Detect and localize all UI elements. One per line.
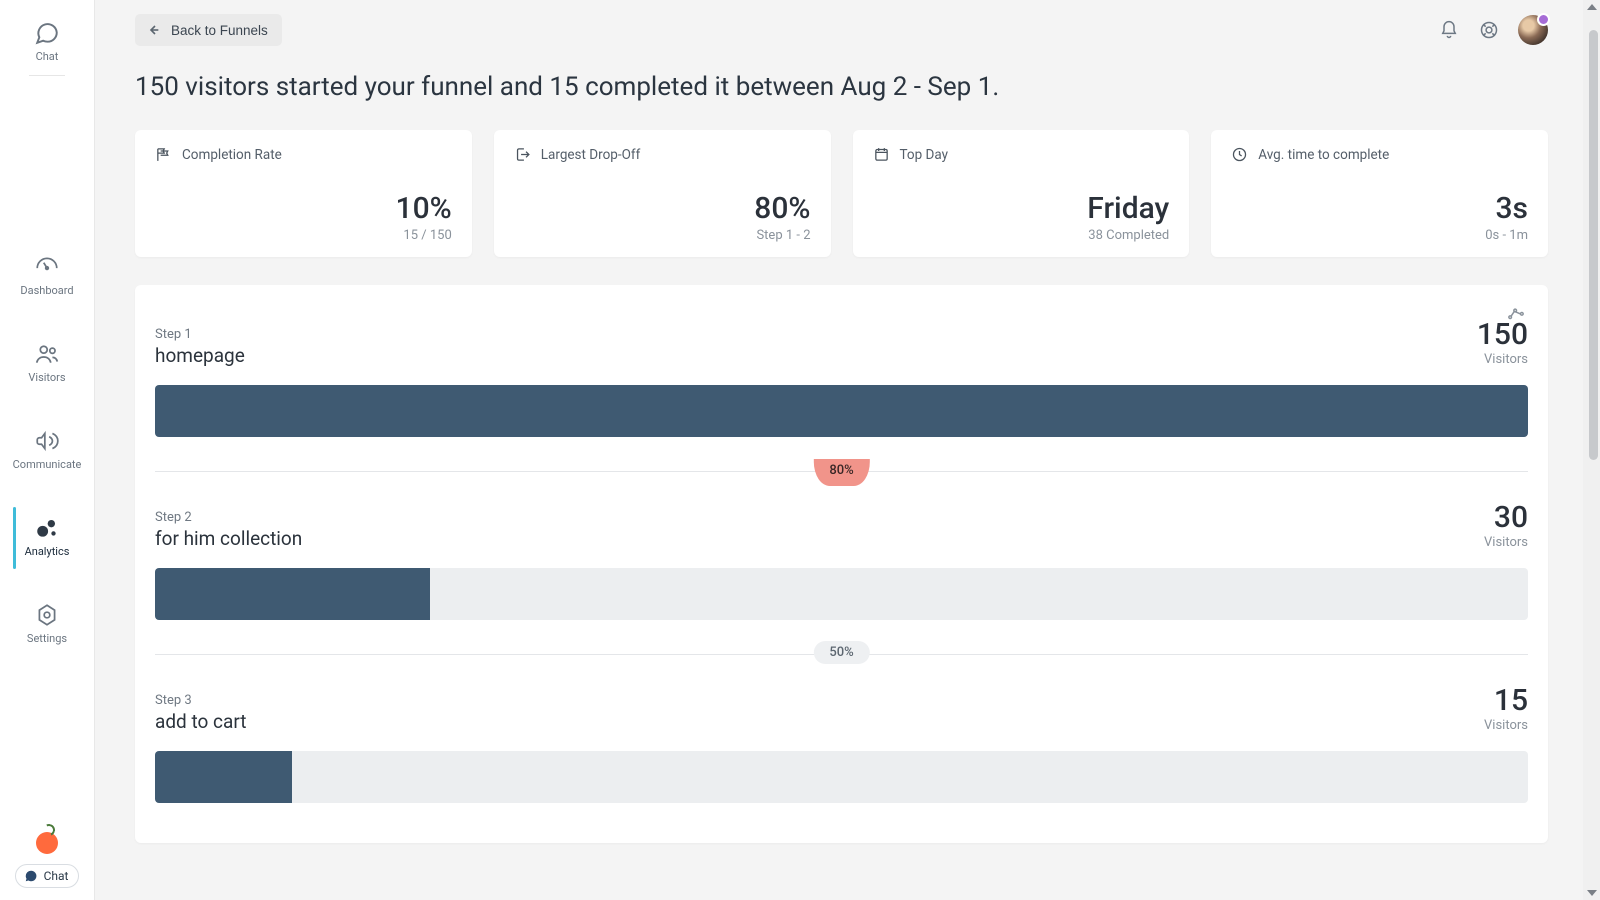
funnel-step: Step 3 add to cart 15 Visitors [155, 683, 1528, 803]
scroll-up-icon [1587, 4, 1597, 10]
sidebar-item-settings[interactable]: Settings [13, 594, 82, 651]
main-content: Back to Funnels 150 visitors started you… [95, 0, 1600, 900]
back-to-funnels-button[interactable]: Back to Funnels [135, 14, 282, 46]
sidebar-item-analytics[interactable]: Analytics [13, 507, 82, 564]
step-bar-fill [155, 568, 430, 620]
megaphone-icon [34, 428, 60, 454]
card-top-day: Top Day Friday 38 Completed [853, 130, 1190, 257]
exit-icon [514, 146, 531, 163]
calendar-icon [873, 146, 890, 163]
funnel-step: Step 2 for him collection 30 Visitors [155, 500, 1528, 620]
step-tag: Step 2 [155, 510, 302, 525]
card-subtext: 0s - 1m [1231, 228, 1528, 243]
step-name: add to cart [155, 710, 246, 733]
step-bar-track [155, 385, 1528, 437]
sidebar-item-label: Analytics [25, 545, 70, 558]
sidebar-item-chat[interactable]: Chat [0, 12, 94, 69]
card-title: Largest Drop-Off [541, 147, 641, 163]
card-subtext: Step 1 - 2 [514, 228, 811, 243]
step-visitors: 15 [1484, 683, 1528, 718]
user-avatar[interactable] [1518, 15, 1548, 45]
step-bar-track [155, 568, 1528, 620]
divider [29, 75, 65, 76]
step-bar-fill [155, 751, 292, 803]
card-value: Friday [873, 191, 1170, 226]
sidebar-item-label: Chat [36, 50, 59, 63]
card-value: 3s [1231, 191, 1528, 226]
brand-logo [36, 832, 58, 854]
card-title: Avg. time to complete [1258, 147, 1389, 163]
flag-icon [155, 146, 172, 163]
back-label: Back to Funnels [171, 23, 268, 38]
step-tag: Step 3 [155, 693, 246, 708]
scrollbar[interactable] [1583, 0, 1600, 900]
help-icon[interactable] [1478, 19, 1500, 41]
card-completion-rate: Completion Rate 10% 15 / 150 [135, 130, 472, 257]
sidebar-item-label: Visitors [28, 371, 65, 384]
bubbles-icon [34, 515, 60, 541]
topbar: Back to Funnels [135, 14, 1548, 46]
card-subtext: 38 Completed [873, 228, 1170, 243]
card-value: 80% [514, 191, 811, 226]
scroll-down-icon [1587, 890, 1597, 896]
dropoff-divider: 50% [155, 654, 1528, 655]
step-visitors: 30 [1484, 500, 1528, 535]
gauge-icon [34, 254, 60, 280]
chart-view-toggle-icon[interactable] [1506, 303, 1526, 323]
step-bar-fill [155, 385, 1528, 437]
chat-icon [34, 20, 60, 46]
sidebar-item-dashboard[interactable]: Dashboard [13, 246, 82, 303]
sidebar-item-label: Dashboard [20, 284, 73, 297]
settings-icon [34, 602, 60, 628]
users-icon [34, 341, 60, 367]
dropoff-divider: 80% [155, 471, 1528, 472]
card-value: 10% [155, 191, 452, 226]
arrow-left-icon [145, 22, 161, 38]
card-title: Top Day [900, 147, 949, 163]
sidebar-item-communicate[interactable]: Communicate [13, 420, 82, 477]
funnel-step: Step 1 homepage 150 Visitors [155, 317, 1528, 437]
card-largest-dropoff: Largest Drop-Off 80% Step 1 - 2 [494, 130, 831, 257]
active-indicator [13, 507, 16, 569]
step-name: homepage [155, 344, 245, 367]
step-visitors-label: Visitors [1484, 718, 1528, 733]
dropoff-badge: 50% [813, 641, 869, 664]
chat-bubble-icon [24, 869, 38, 883]
chat-widget-label: Chat [44, 869, 69, 883]
dropoff-badge: 80% [813, 459, 869, 486]
summary-cards: Completion Rate 10% 15 / 150 Largest Dro… [135, 130, 1548, 257]
page-headline: 150 visitors started your funnel and 15 … [135, 72, 1548, 102]
chat-widget-button[interactable]: Chat [15, 864, 80, 888]
funnel-panel: Step 1 homepage 150 Visitors 80% Step 2 … [135, 285, 1548, 843]
clock-icon [1231, 146, 1248, 163]
sidebar-item-label: Settings [27, 632, 67, 645]
card-title: Completion Rate [182, 147, 282, 163]
scroll-thumb[interactable] [1589, 30, 1598, 460]
sidebar-item-visitors[interactable]: Visitors [13, 333, 82, 390]
step-bar-track [155, 751, 1528, 803]
notifications-icon[interactable] [1438, 19, 1460, 41]
step-visitors-label: Visitors [1484, 535, 1528, 550]
sidebar: Chat Dashboard Visitors Communicate [0, 0, 95, 900]
card-avg-time: Avg. time to complete 3s 0s - 1m [1211, 130, 1548, 257]
card-subtext: 15 / 150 [155, 228, 452, 243]
step-tag: Step 1 [155, 327, 245, 342]
step-visitors-label: Visitors [1477, 352, 1528, 367]
sidebar-item-label: Communicate [13, 458, 82, 471]
step-name: for him collection [155, 527, 302, 550]
